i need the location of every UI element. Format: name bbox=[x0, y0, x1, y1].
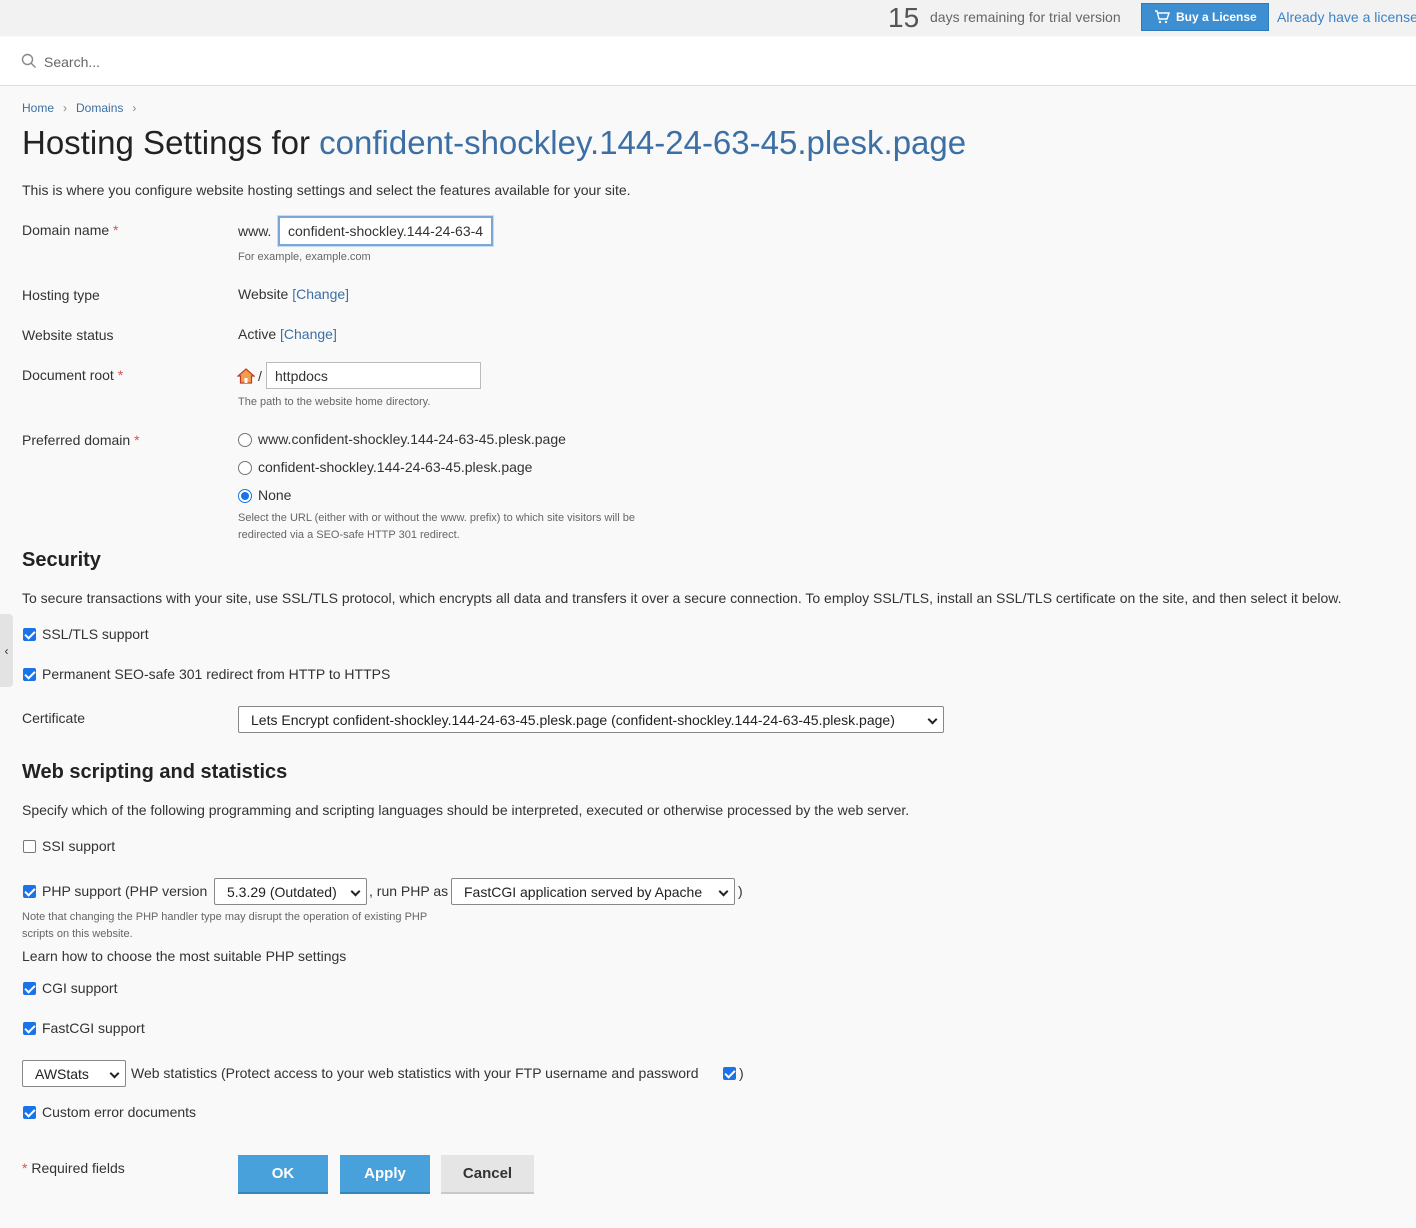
breadcrumb-domains[interactable]: Domains bbox=[76, 101, 123, 115]
cart-icon bbox=[1155, 10, 1170, 24]
domain-name-input[interactable] bbox=[278, 216, 493, 246]
website-status-change-link[interactable]: [Change] bbox=[280, 326, 337, 342]
trial-text: days remaining for trial version bbox=[930, 9, 1121, 25]
sidebar-toggle[interactable]: ‹ bbox=[0, 614, 13, 687]
document-root-input[interactable] bbox=[266, 362, 481, 389]
preferred-domain-option-nowww[interactable]: confident-shockley.144-24-63-45.plesk.pa… bbox=[258, 459, 532, 475]
ssi-support-checkbox[interactable] bbox=[23, 840, 36, 853]
preferred-domain-radio-nowww[interactable] bbox=[238, 461, 252, 475]
document-root-slash: / bbox=[258, 368, 262, 384]
fastcgi-support-checkbox[interactable] bbox=[23, 1022, 36, 1035]
required-star: * bbox=[113, 222, 119, 238]
php-handler-note: Note that changing the PHP handler type … bbox=[22, 911, 428, 940]
required-star: * bbox=[117, 367, 124, 383]
fastcgi-support-label: FastCGI support bbox=[42, 1020, 145, 1036]
php-version-select[interactable]: 5.3.29 (Outdated) bbox=[214, 878, 367, 905]
certificate-label: Certificate bbox=[22, 710, 86, 726]
trial-bar: 15 days remaining for trial version Buy … bbox=[0, 0, 1416, 36]
required-fields-note: * Required fields bbox=[22, 1160, 125, 1176]
page-title-domain[interactable]: confident-shockley.144-24-63-45.plesk.pa… bbox=[319, 124, 966, 161]
custom-error-docs-checkbox[interactable] bbox=[23, 1106, 36, 1119]
hosting-type-change-link[interactable]: [Change] bbox=[292, 286, 349, 302]
php-close-paren: ) bbox=[738, 883, 743, 899]
cancel-button[interactable]: Cancel bbox=[441, 1155, 534, 1194]
stats-close-paren: ) bbox=[739, 1065, 744, 1081]
preferred-domain-option-none[interactable]: None bbox=[258, 487, 291, 503]
https-redirect-label: Permanent SEO-safe 301 redirect from HTT… bbox=[42, 666, 391, 682]
trial-days-count: 15 bbox=[888, 2, 920, 33]
document-root-label: Document root * bbox=[22, 367, 124, 383]
apply-button[interactable]: Apply bbox=[340, 1155, 430, 1194]
ssi-support-label: SSI support bbox=[42, 838, 116, 854]
search-input[interactable] bbox=[44, 50, 444, 74]
www-prefix: www. bbox=[238, 223, 272, 239]
preferred-domain-radio-none[interactable] bbox=[238, 489, 252, 503]
ok-button[interactable]: OK bbox=[238, 1155, 328, 1194]
preferred-domain-radio-www[interactable] bbox=[238, 433, 252, 447]
home-icon bbox=[237, 368, 255, 384]
ssl-support-checkbox[interactable] bbox=[23, 628, 36, 641]
chevron-left-icon: ‹ bbox=[4, 643, 9, 658]
domain-name-label: Domain name * bbox=[22, 222, 119, 238]
php-handler-select[interactable]: FastCGI application served by Apache bbox=[451, 878, 735, 905]
preferred-domain-option-www[interactable]: www.confident-shockley.144-24-63-45.ples… bbox=[258, 431, 566, 447]
scripting-heading: Web scripting and statistics bbox=[22, 761, 288, 783]
buy-license-label: Buy a License bbox=[1176, 10, 1257, 24]
hosting-type-value: Website [Change] bbox=[238, 286, 350, 302]
chevron-down-icon bbox=[718, 886, 729, 897]
stats-protect-checkbox[interactable] bbox=[723, 1067, 736, 1080]
chevron-down-icon bbox=[350, 886, 361, 897]
website-status-value: Active [Change] bbox=[238, 326, 337, 342]
already-have-license-link[interactable]: Already have a license bbox=[1277, 9, 1416, 25]
page-title-prefix: Hosting Settings for bbox=[22, 124, 320, 161]
breadcrumb: Home › Domains › bbox=[22, 101, 145, 115]
security-description: To secure transactions with your site, u… bbox=[22, 590, 1342, 606]
custom-error-docs-label: Custom error documents bbox=[42, 1104, 197, 1120]
document-root-hint: The path to the website home directory. bbox=[238, 396, 431, 408]
chevron-right-icon: › bbox=[132, 101, 137, 115]
page-title: Hosting Settings for confident-shockley.… bbox=[22, 124, 966, 162]
php-support-label: PHP support (PHP version bbox=[42, 883, 208, 899]
php-support-checkbox[interactable] bbox=[23, 885, 36, 898]
search-bar bbox=[0, 37, 1416, 86]
hosting-type-label: Hosting type bbox=[22, 287, 100, 303]
breadcrumb-home[interactable]: Home bbox=[22, 101, 54, 115]
scripting-description: Specify which of the following programmi… bbox=[22, 802, 910, 818]
web-statistics-select[interactable]: AWStats bbox=[22, 1060, 126, 1087]
chevron-right-icon: › bbox=[63, 101, 68, 115]
php-settings-learn-link[interactable]: Learn how to choose the most suitable PH… bbox=[22, 948, 346, 964]
website-status-label: Website status bbox=[22, 327, 114, 343]
security-heading: Security bbox=[22, 549, 101, 571]
page-intro: This is where you configure website host… bbox=[22, 182, 631, 198]
run-php-as-label: , run PHP as bbox=[369, 883, 449, 899]
cgi-support-checkbox[interactable] bbox=[23, 982, 36, 995]
required-star: * bbox=[134, 432, 140, 448]
search-icon bbox=[21, 53, 36, 68]
buy-license-button[interactable]: Buy a License bbox=[1141, 3, 1269, 31]
ssl-support-label: SSL/TLS support bbox=[42, 626, 149, 642]
chevron-down-icon bbox=[927, 714, 938, 725]
cgi-support-label: CGI support bbox=[42, 980, 118, 996]
domain-name-hint: For example, example.com bbox=[238, 251, 371, 263]
preferred-domain-label: Preferred domain * bbox=[22, 432, 140, 448]
web-statistics-label: Web statistics (Protect access to your w… bbox=[131, 1065, 699, 1081]
chevron-down-icon bbox=[109, 1068, 120, 1079]
certificate-select[interactable]: Lets Encrypt confident-shockley.144-24-6… bbox=[238, 706, 944, 733]
preferred-domain-hint: Select the URL (either with or without t… bbox=[238, 512, 635, 541]
https-redirect-checkbox[interactable] bbox=[23, 668, 36, 681]
